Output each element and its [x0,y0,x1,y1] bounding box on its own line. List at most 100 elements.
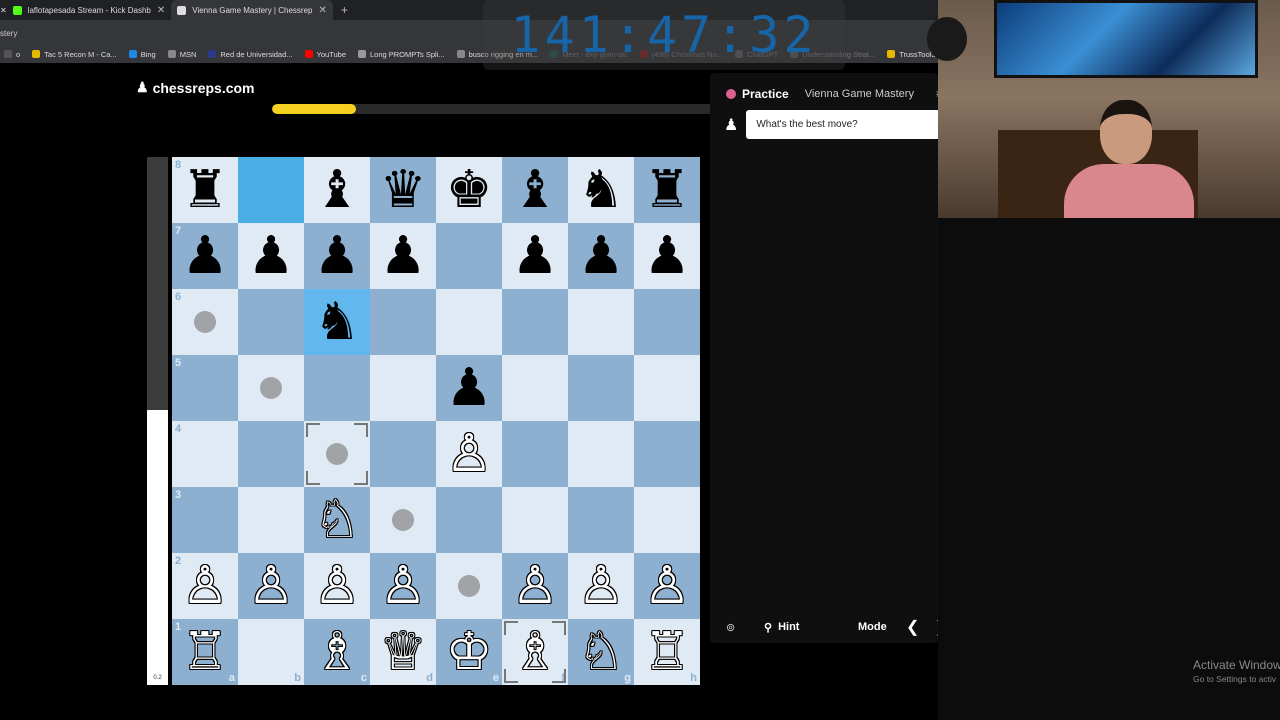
bookmark-item[interactable]: YouTube [304,50,346,59]
square-a2[interactable]: 2 ♙ [172,553,238,619]
square-b7[interactable]: ♟ [238,223,304,289]
black-pawn-icon[interactable]: ♟ [380,230,427,282]
bookmark-item[interactable]: Red de Universidad... [208,50,293,59]
square-h1[interactable]: h ♖ [634,619,700,685]
square-d8[interactable]: ♛ [370,157,436,223]
white-pawn-icon[interactable]: ♙ [248,560,295,612]
square-e1[interactable]: e ♔ [436,619,502,685]
bookmark-item[interactable]: Bing [128,50,156,59]
square-e3[interactable] [436,487,502,553]
hint-button[interactable]: ⚲ Hint [764,621,799,634]
black-pawn-icon[interactable]: ♟ [512,230,559,282]
legal-move-dot[interactable] [194,311,216,333]
white-pawn-icon[interactable]: ♙ [182,560,229,612]
square-b6[interactable] [238,289,304,355]
new-tab-button[interactable]: + [333,3,356,17]
black-pawn-icon[interactable]: ♟ [182,230,229,282]
square-c6[interactable]: ♞ [304,289,370,355]
white-king-icon[interactable]: ♔ [446,626,493,678]
square-c5[interactable] [304,355,370,421]
square-e2[interactable] [436,553,502,619]
square-a1[interactable]: 1 a ♖ [172,619,238,685]
black-king-icon[interactable]: ♚ [446,164,493,216]
close-tab-icon[interactable]: ✕ [0,6,7,15]
square-b5[interactable] [238,355,304,421]
white-pawn-icon[interactable]: ♙ [644,560,691,612]
white-pawn-icon[interactable]: ♙ [314,560,361,612]
square-b4[interactable] [238,421,304,487]
white-bishop-icon[interactable]: ♗ [314,626,361,678]
square-f1[interactable]: f ♗ [502,619,568,685]
square-e8[interactable]: ♚ [436,157,502,223]
square-g7[interactable]: ♟ [568,223,634,289]
square-h6[interactable] [634,289,700,355]
square-h4[interactable] [634,421,700,487]
square-d4[interactable] [370,421,436,487]
legal-move-dot[interactable] [392,509,414,531]
close-tab-icon[interactable]: ✕ [157,5,165,16]
square-a5[interactable]: 5 [172,355,238,421]
black-knight-icon[interactable]: ♞ [314,296,361,348]
white-knight-icon[interactable]: ♘ [314,494,361,546]
square-d5[interactable] [370,355,436,421]
chessboard[interactable]: 8 ♜ ♝ ♛ ♚ ♝ ♞ ♜ 7 ♟ ♟ ♟ ♟ ♟ ♟ ♟ 6 ♞ 5 ♟ 4 ♙ 3 ♘ 2 ♙ ♙ ♙ ♙ ♙ ♙ ♙ 1 a ♖ b c ♗ d ♕… [172,157,700,685]
white-rook-icon[interactable]: ♖ [644,626,691,678]
square-f3[interactable] [502,487,568,553]
square-c2[interactable]: ♙ [304,553,370,619]
tab-kick[interactable]: laflotapesada Stream - Kick Dashb ✕ [7,0,172,20]
square-c8[interactable]: ♝ [304,157,370,223]
square-e7[interactable] [436,223,502,289]
square-e5[interactable]: ♟ [436,355,502,421]
square-f7[interactable]: ♟ [502,223,568,289]
square-h2[interactable]: ♙ [634,553,700,619]
legal-move-dot[interactable] [458,575,480,597]
tab-chessreps[interactable]: Vienna Game Mastery | Chessrep ✕ [171,0,333,20]
square-d3[interactable] [370,487,436,553]
black-bishop-icon[interactable]: ♝ [314,164,361,216]
square-a7[interactable]: 7 ♟ [172,223,238,289]
square-g4[interactable] [568,421,634,487]
square-g2[interactable]: ♙ [568,553,634,619]
square-a4[interactable]: 4 [172,421,238,487]
square-b1[interactable]: b [238,619,304,685]
previous-move-button[interactable]: ❮ [906,617,919,637]
black-pawn-icon[interactable]: ♟ [578,230,625,282]
black-bishop-icon[interactable]: ♝ [512,164,559,216]
square-h8[interactable]: ♜ [634,157,700,223]
black-rook-icon[interactable]: ♜ [644,164,691,216]
square-g8[interactable]: ♞ [568,157,634,223]
white-queen-icon[interactable]: ♕ [380,626,427,678]
bookmark-item[interactable]: Long PROMPTs Spli... [358,50,445,59]
square-d1[interactable]: d ♕ [370,619,436,685]
white-rook-icon[interactable]: ♖ [182,626,229,678]
square-d7[interactable]: ♟ [370,223,436,289]
white-pawn-icon[interactable]: ♙ [578,560,625,612]
legal-move-dot[interactable] [260,377,282,399]
square-g5[interactable] [568,355,634,421]
square-f8[interactable]: ♝ [502,157,568,223]
bookmark-item[interactable]: Tac 5 Recon M - Ca... [32,50,117,59]
square-d2[interactable]: ♙ [370,553,436,619]
square-a3[interactable]: 3 [172,487,238,553]
white-pawn-icon[interactable]: ♙ [512,560,559,612]
black-pawn-icon[interactable]: ♟ [644,230,691,282]
white-pawn-icon[interactable]: ♙ [446,428,493,480]
black-pawn-icon[interactable]: ♟ [248,230,295,282]
square-g3[interactable] [568,487,634,553]
square-b2[interactable]: ♙ [238,553,304,619]
bookmark-item[interactable]: o [4,50,20,59]
square-f5[interactable] [502,355,568,421]
black-knight-icon[interactable]: ♞ [578,164,625,216]
square-g6[interactable] [568,289,634,355]
square-h7[interactable]: ♟ [634,223,700,289]
settings-icon[interactable]: ⊚ [726,621,735,634]
black-rook-icon[interactable]: ♜ [182,164,229,216]
square-b3[interactable] [238,487,304,553]
square-h5[interactable] [634,355,700,421]
square-f2[interactable]: ♙ [502,553,568,619]
close-tab-icon[interactable]: ✕ [318,5,326,16]
square-f6[interactable] [502,289,568,355]
square-g1[interactable]: g ♘ [568,619,634,685]
white-knight-icon[interactable]: ♘ [578,626,625,678]
square-c7[interactable]: ♟ [304,223,370,289]
